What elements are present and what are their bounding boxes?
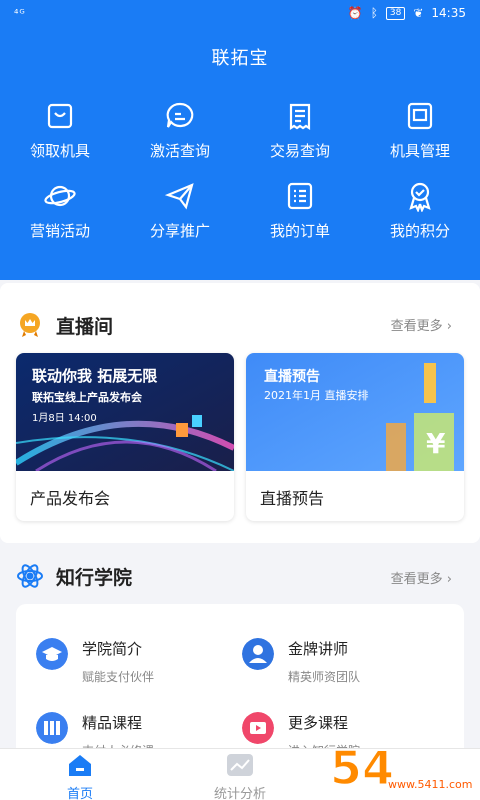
- live-card-preview[interactable]: ¥ 直播预告 2021年1月 直播安排 直播预告: [246, 353, 464, 521]
- banner-title: 联动你我 拓展无限: [32, 367, 157, 385]
- tab-statistics[interactable]: 统计分析: [160, 753, 320, 800]
- card-caption: 直播预告: [260, 489, 325, 508]
- status-bar: ⁴ᴳ ⏰ ᛒ 38 ❦ 14:35: [0, 0, 480, 30]
- list-icon: [287, 182, 313, 210]
- bluetooth-icon: ᛒ: [370, 6, 378, 20]
- receipt-icon: [289, 103, 311, 131]
- lecturer-icon: [242, 638, 274, 670]
- app-title: 联拓宝: [211, 48, 269, 69]
- menu-label: 领取机具: [29, 142, 90, 160]
- menu-item-trade-query[interactable]: 交易查询: [240, 100, 360, 170]
- live-more-link[interactable]: 查看更多 ›: [391, 315, 452, 334]
- live-card-launch[interactable]: 联动你我 拓展无限 联拓宝线上产品发布会 1月8日 14:00 产品发布会: [16, 353, 234, 521]
- menu-label: 交易查询: [269, 142, 330, 160]
- menu-item-share-promote[interactable]: 分享推广: [120, 180, 240, 250]
- menu-item-marketing[interactable]: 营销活动: [0, 180, 120, 250]
- menu-item-my-orders[interactable]: 我的订单: [240, 180, 360, 250]
- live-section: 直播间 查看更多 › 联动你我 拓展无限 联拓宝线上产品发布会 1月8日 14:…: [0, 283, 480, 543]
- menu-item-get-device[interactable]: 领取机具: [0, 100, 120, 170]
- banner-date: 1月8日 14:00: [32, 412, 97, 424]
- watermark-url: www.5411.com: [388, 778, 472, 791]
- menu-item-activation-query[interactable]: 激活查询: [120, 100, 240, 170]
- tab-label: 首页: [66, 787, 93, 800]
- tab-label: 统计分析: [213, 787, 266, 800]
- clock-time: 14:35: [431, 6, 466, 20]
- item-subtitle: 精英师资团队: [288, 670, 361, 684]
- svg-text:¥: ¥: [426, 427, 446, 460]
- menu-item-device-management[interactable]: 机具管理: [360, 100, 480, 170]
- bag-icon: [47, 103, 73, 129]
- menu-label: 我的积分: [389, 222, 450, 240]
- item-title: 学院简介: [82, 640, 143, 658]
- item-subtitle: 赋能支付伙伴: [82, 670, 155, 684]
- watermark-text: 手游网: [388, 749, 448, 773]
- header-panel: ⁴ᴳ ⏰ ᛒ 38 ❦ 14:35 联拓宝 领取机具 激活查询 交易查询 机具管…: [0, 0, 480, 280]
- signal-indicator: ⁴ᴳ: [14, 7, 26, 20]
- launch-banner-image: 联动你我 拓展无限 联拓宝线上产品发布会 1月8日 14:00: [16, 353, 234, 471]
- banner-subtitle: 联拓宝线上产品发布会: [32, 390, 143, 404]
- site-watermark: 54 手游网 www.5411.com: [329, 740, 472, 796]
- item-title: 精品课程: [82, 714, 143, 732]
- device-icon: [407, 102, 433, 130]
- alarm-icon: ⏰: [347, 6, 363, 20]
- live-header: 直播间: [16, 311, 113, 339]
- item-title: 金牌讲师: [288, 640, 349, 658]
- graduation-cap-icon: [36, 638, 68, 670]
- academy-more-link[interactable]: 查看更多 ›: [391, 568, 452, 587]
- section-title: 知行学院: [56, 566, 133, 589]
- academy-item-intro[interactable]: 学院简介 赋能支付伙伴: [36, 634, 236, 694]
- menu-item-my-points[interactable]: 我的积分: [360, 180, 480, 250]
- video-play-icon: [242, 712, 274, 744]
- item-title: 更多课程: [288, 714, 349, 732]
- menu-label: 我的订单: [269, 222, 330, 240]
- academy-item-lecturer[interactable]: 金牌讲师 精英师资团队: [242, 634, 442, 694]
- preview-banner-image: ¥ 直播预告 2021年1月 直播安排: [246, 353, 464, 471]
- status-right: ⏰ ᛒ 38 ❦ 14:35: [348, 6, 466, 20]
- banner-subtitle: 2021年1月 直播安排: [264, 388, 369, 402]
- crown-badge-icon: [20, 313, 40, 337]
- send-icon: [164, 183, 194, 210]
- leaf-icon: ❦: [413, 6, 424, 20]
- atom-icon: [17, 564, 43, 588]
- card-caption: 产品发布会: [30, 489, 111, 508]
- books-icon: [36, 712, 68, 744]
- chart-trend-icon: [227, 754, 253, 776]
- menu-label: 激活查询: [149, 142, 210, 160]
- watermark-number: 54: [330, 741, 394, 795]
- banner-title: 直播预告: [264, 368, 320, 385]
- tab-home[interactable]: 首页: [0, 753, 160, 800]
- section-title: 直播间: [56, 315, 114, 338]
- chat-search-icon: [166, 102, 194, 128]
- battery-level: 38: [385, 6, 406, 20]
- medal-icon: [409, 182, 431, 212]
- planet-icon: [44, 185, 76, 207]
- academy-header: 知行学院: [16, 562, 132, 590]
- menu-label: 营销活动: [29, 222, 90, 240]
- home-icon: [69, 755, 91, 776]
- menu-label: 机具管理: [389, 142, 450, 160]
- menu-label: 分享推广: [149, 222, 210, 240]
